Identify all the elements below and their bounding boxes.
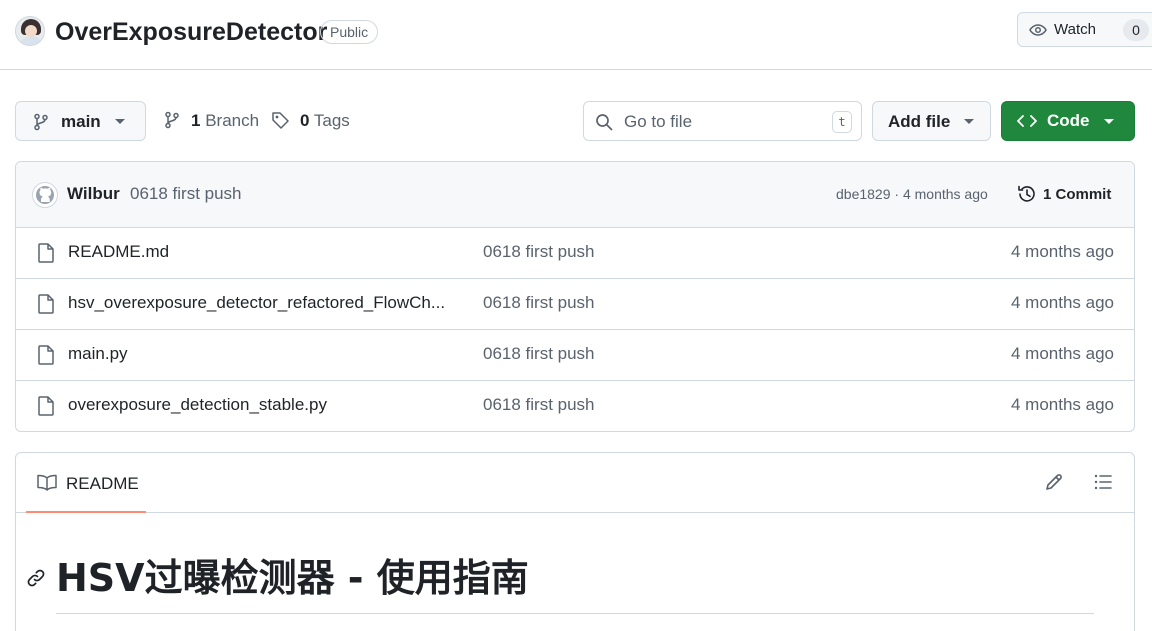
file-commit-message[interactable]: 0618 first push	[483, 242, 595, 262]
tag-count-label: Tags	[313, 111, 350, 130]
file-commit-message[interactable]: 0618 first push	[483, 395, 595, 415]
file-commit-age: 4 months ago	[1010, 293, 1114, 312]
history-icon	[1017, 184, 1037, 208]
tag-icon	[271, 111, 290, 136]
commit-author-avatar[interactable]	[32, 182, 58, 208]
watch-label: Watch	[1054, 21, 1096, 38]
search-icon	[595, 113, 613, 136]
file-browser: Wilbur 0618 first push dbe1829 · 4 month…	[15, 161, 1135, 432]
branch-name: main	[61, 112, 101, 131]
code-icon	[1017, 113, 1037, 134]
branch-count: 1	[191, 111, 201, 130]
file-name[interactable]: main.py	[68, 344, 448, 364]
file-row[interactable]: overexposure_detection_stable.py 0618 fi…	[16, 381, 1134, 431]
file-commit-message[interactable]: 0618 first push	[483, 344, 595, 364]
code-button[interactable]: Code	[1001, 101, 1135, 141]
keyboard-shortcut-hint: t	[832, 111, 852, 133]
book-icon	[36, 474, 58, 497]
eye-icon	[1029, 22, 1047, 43]
git-branch-icon	[163, 111, 181, 135]
chevron-down-icon	[1104, 119, 1114, 124]
tab-readme[interactable]: README	[26, 453, 146, 513]
add-file-button[interactable]: Add file	[872, 101, 991, 141]
watch-button[interactable]: Watch 0	[1017, 12, 1152, 47]
readme-tab-label: README	[66, 474, 139, 493]
chevron-down-icon	[115, 119, 125, 124]
visibility-badge: Public	[320, 20, 379, 44]
add-file-label: Add file	[888, 112, 951, 131]
readme-header: README	[16, 453, 1134, 513]
go-to-file-input[interactable]: Go to file t	[583, 101, 862, 141]
file-row[interactable]: hsv_overexposure_detector_refactored_Flo…	[16, 279, 1134, 330]
commit-message[interactable]: 0618 first push	[130, 184, 242, 204]
branch-selector[interactable]: main	[15, 101, 146, 141]
file-row[interactable]: main.py 0618 first push 4 months ago	[16, 330, 1134, 381]
file-row[interactable]: README.md 0618 first push 4 months ago	[16, 228, 1134, 279]
file-icon	[37, 294, 55, 319]
file-icon	[37, 243, 55, 268]
commit-author[interactable]: Wilbur	[67, 184, 120, 204]
repo-header: OverExposureDetector Public Watch 0	[0, 0, 1152, 70]
branch-count-label: Branch	[205, 111, 260, 130]
file-commit-age: 4 months ago	[1010, 242, 1114, 261]
readme-panel: README HSV过曝检测器 - 使用指南	[15, 452, 1135, 631]
tag-count: 0	[300, 111, 310, 130]
git-branch-icon	[32, 113, 50, 136]
readme-heading: HSV过曝检测器 - 使用指南	[56, 556, 529, 600]
latest-commit-bar: Wilbur 0618 first push dbe1829 · 4 month…	[16, 162, 1134, 228]
file-name[interactable]: hsv_overexposure_detector_refactored_Flo…	[68, 293, 448, 313]
file-commit-age: 4 months ago	[1010, 395, 1114, 414]
chevron-down-icon	[964, 119, 974, 124]
commit-count-label: 1 Commit	[1043, 186, 1112, 203]
link-icon[interactable]	[26, 568, 46, 593]
file-name[interactable]: overexposure_detection_stable.py	[68, 395, 448, 415]
code-label: Code	[1047, 111, 1090, 130]
list-icon[interactable]	[1093, 472, 1113, 497]
search-placeholder: Go to file	[624, 112, 693, 131]
file-icon	[37, 345, 55, 370]
file-commit-age: 4 months ago	[1010, 344, 1114, 363]
file-name[interactable]: README.md	[68, 242, 448, 262]
commit-hash-time[interactable]: dbe1829 · 4 months ago	[836, 186, 988, 202]
pencil-icon[interactable]	[1044, 472, 1064, 497]
watch-count: 0	[1123, 19, 1149, 41]
heading-divider	[56, 613, 1094, 614]
owner-avatar[interactable]	[15, 16, 45, 46]
repo-name[interactable]: OverExposureDetector	[55, 16, 327, 48]
file-commit-message[interactable]: 0618 first push	[483, 293, 595, 313]
file-icon	[37, 396, 55, 421]
